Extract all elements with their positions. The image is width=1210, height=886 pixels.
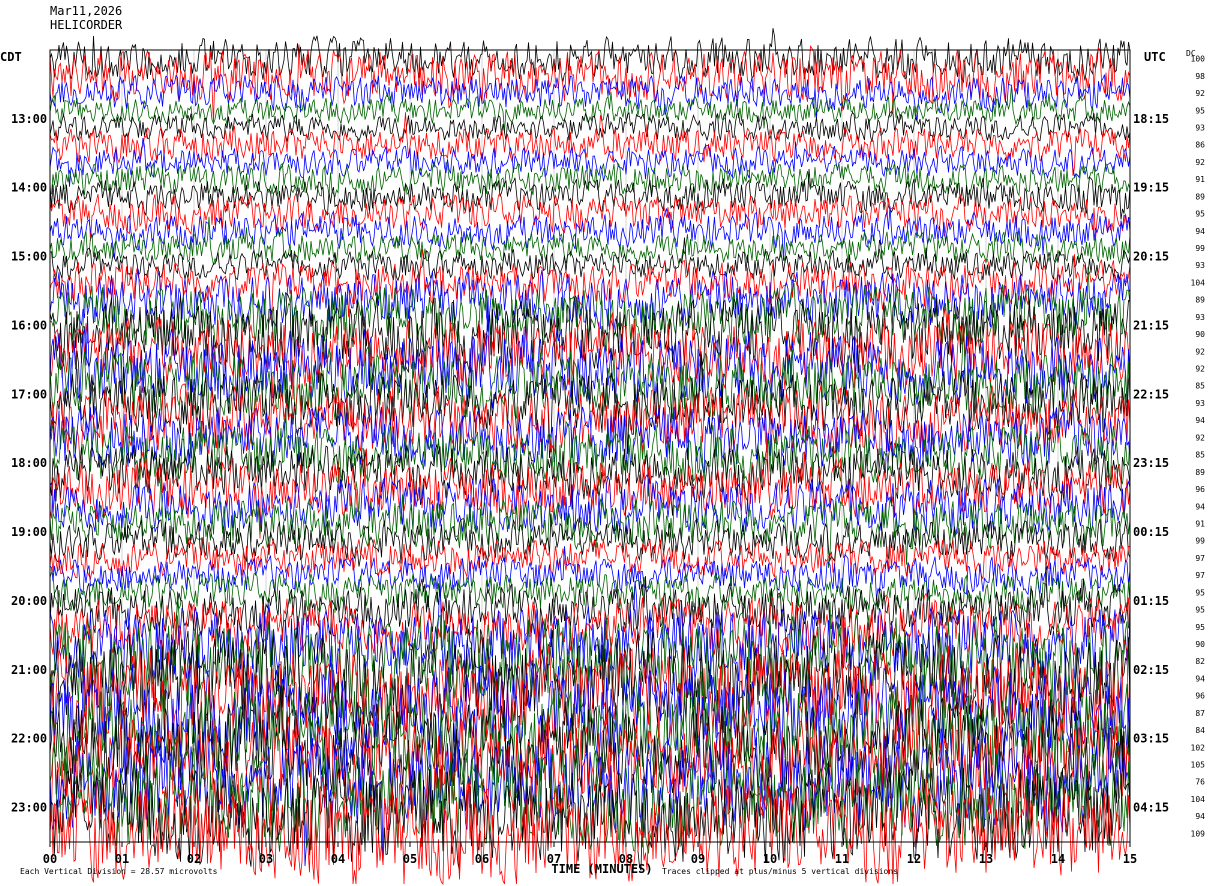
dc-value: 92 [1195, 365, 1205, 374]
x-axis-title: TIME (MINUTES) [551, 862, 652, 876]
footer-scale-note: Each Vertical Division = 28.57 microvolt… [20, 867, 218, 876]
dc-value: 90 [1195, 330, 1205, 339]
dc-value: 104 [1191, 278, 1206, 287]
dc-value: 96 [1195, 485, 1205, 494]
right-time-label: 03:15 [1133, 732, 1169, 746]
dc-value: 89 [1195, 296, 1205, 305]
dc-value: 86 [1195, 141, 1205, 150]
left-time-label: 17:00 [11, 387, 47, 401]
right-time-label: 20:15 [1133, 250, 1169, 264]
dc-value: 94 [1195, 674, 1205, 683]
helicorder-chart: Mar11,2026 HELICORDER CDT UTC DC 13:0014… [0, 0, 1210, 886]
x-tick-label: 03 [259, 852, 273, 866]
dc-value: 84 [1195, 726, 1205, 735]
dc-value: 94 [1195, 227, 1205, 236]
right-time-label: 04:15 [1133, 801, 1169, 815]
right-time-label: 22:15 [1133, 387, 1169, 401]
left-time-label: 23:00 [11, 801, 47, 815]
left-time-label: 21:00 [11, 663, 47, 677]
right-time-label: 18:15 [1133, 112, 1169, 126]
dc-value: 94 [1195, 812, 1205, 821]
dc-value: 99 [1195, 537, 1205, 546]
x-tick-label: 09 [691, 852, 705, 866]
right-time-label: 19:15 [1133, 181, 1169, 195]
dc-value: 82 [1195, 657, 1205, 666]
x-tick-label: 14 [1051, 852, 1065, 866]
dc-value: 92 [1195, 433, 1205, 442]
left-axis-label: CDT [0, 50, 22, 64]
right-time-label: 02:15 [1133, 663, 1169, 677]
dc-value: 93 [1195, 399, 1205, 408]
left-time-label: 16:00 [11, 318, 47, 332]
dc-value: 87 [1195, 709, 1205, 718]
dc-value: 95 [1195, 210, 1205, 219]
dc-value: 95 [1195, 623, 1205, 632]
dc-value: 96 [1195, 692, 1205, 701]
dc-value: 91 [1195, 175, 1205, 184]
dc-value: 76 [1195, 778, 1205, 787]
left-time-label: 13:00 [11, 112, 47, 126]
right-time-label: 23:15 [1133, 456, 1169, 470]
x-tick-label: 13 [979, 852, 993, 866]
x-tick-label: 12 [907, 852, 921, 866]
x-tick-label: 06 [475, 852, 489, 866]
right-time-label: 01:15 [1133, 594, 1169, 608]
dc-value: 85 [1195, 451, 1205, 460]
dc-value: 97 [1195, 571, 1205, 580]
dc-value: 92 [1195, 347, 1205, 356]
dc-value: 85 [1195, 382, 1205, 391]
dc-value: 105 [1191, 761, 1206, 770]
right-time-label: 00:15 [1133, 525, 1169, 539]
x-tick-label: 11 [835, 852, 849, 866]
dc-value: 89 [1195, 468, 1205, 477]
dc-value: 91 [1195, 519, 1205, 528]
left-time-label: 22:00 [11, 732, 47, 746]
dc-value: 93 [1195, 123, 1205, 132]
right-time-label: 21:15 [1133, 318, 1169, 332]
dc-value: 92 [1195, 158, 1205, 167]
dc-value: 99 [1195, 244, 1205, 253]
x-tick-label: 05 [403, 852, 417, 866]
dc-value: 95 [1195, 606, 1205, 615]
dc-value: 102 [1191, 743, 1206, 752]
dc-value: 94 [1195, 502, 1205, 511]
dc-value: 100 [1191, 55, 1206, 64]
dc-value: 104 [1191, 795, 1206, 804]
dc-value: 93 [1195, 261, 1205, 270]
left-time-label: 20:00 [11, 594, 47, 608]
left-time-label: 14:00 [11, 181, 47, 195]
dc-value: 95 [1195, 106, 1205, 115]
dc-value: 95 [1195, 588, 1205, 597]
dc-value: 98 [1195, 72, 1205, 81]
dc-value: 90 [1195, 640, 1205, 649]
x-tick-label: 15 [1123, 852, 1137, 866]
chart-subtitle: HELICORDER [50, 18, 123, 32]
dc-value: 94 [1195, 416, 1205, 425]
x-tick-label: 01 [115, 852, 129, 866]
x-tick-label: 00 [43, 852, 57, 866]
x-tick-label: 04 [331, 852, 345, 866]
dc-value: 109 [1191, 829, 1206, 838]
x-tick-label: 02 [187, 852, 201, 866]
dc-value: 89 [1195, 192, 1205, 201]
dc-value: 97 [1195, 554, 1205, 563]
left-time-label: 15:00 [11, 250, 47, 264]
dc-value: 92 [1195, 89, 1205, 98]
left-time-label: 19:00 [11, 525, 47, 539]
x-tick-label: 10 [763, 852, 777, 866]
dc-value: 93 [1195, 313, 1205, 322]
left-time-label: 18:00 [11, 456, 47, 470]
footer-clip-note: Traces clipped at plus/minus 5 vertical … [662, 867, 898, 876]
chart-title: Mar11,2026 [50, 4, 122, 18]
right-axis-label: UTC [1144, 50, 1166, 64]
